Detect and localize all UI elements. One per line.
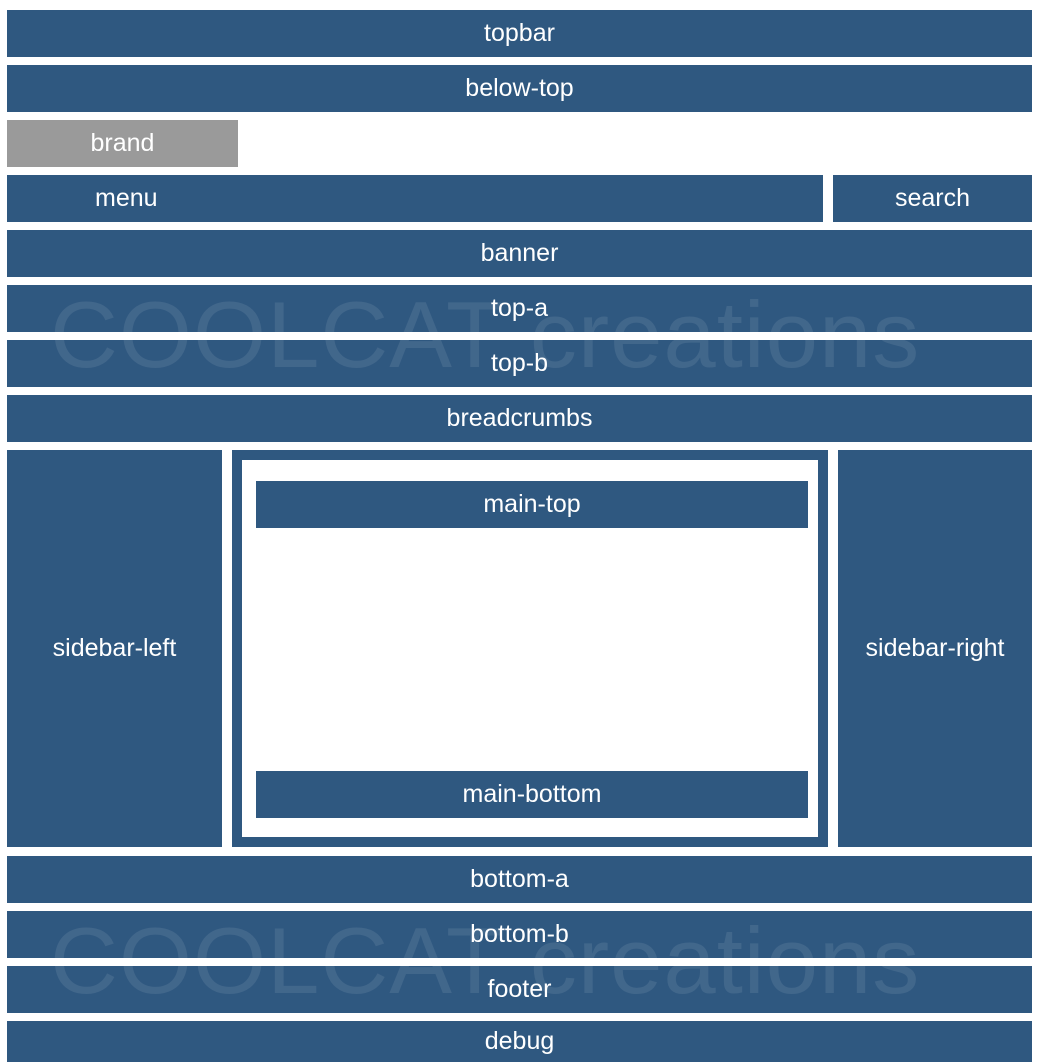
position-label: brand xyxy=(90,129,155,157)
position-label: top-b xyxy=(491,349,548,377)
template-positions-layout: topbar below-top brand menu search banne… xyxy=(0,0,1046,1062)
position-label: sidebar-left xyxy=(52,634,177,662)
position-search: search xyxy=(833,175,1032,222)
position-topbar: topbar xyxy=(7,10,1032,57)
position-debug: debug xyxy=(7,1021,1032,1062)
position-label: topbar xyxy=(484,19,555,47)
position-main-top: main-top xyxy=(256,481,808,528)
position-menu: menu xyxy=(7,175,823,222)
position-sidebar-right: sidebar-right xyxy=(838,450,1032,847)
position-label: debug xyxy=(484,1027,555,1055)
position-below-top: below-top xyxy=(7,65,1032,112)
position-label: search xyxy=(894,184,971,212)
main-content-area: main-top main-bottom xyxy=(242,460,818,837)
position-main-bottom: main-bottom xyxy=(256,771,808,818)
position-label: sidebar-right xyxy=(865,634,1005,662)
position-breadcrumbs: breadcrumbs xyxy=(7,395,1032,442)
main-content-frame: main-top main-bottom xyxy=(232,450,828,847)
position-bottom-b: bottom-b xyxy=(7,911,1032,958)
position-label: menu xyxy=(95,184,158,212)
position-label: bottom-b xyxy=(470,920,569,948)
position-top-b: top-b xyxy=(7,340,1032,387)
position-banner: banner xyxy=(7,230,1032,277)
position-sidebar-left: sidebar-left xyxy=(7,450,222,847)
position-brand: brand xyxy=(7,120,238,167)
position-top-a: top-a xyxy=(7,285,1032,332)
position-label: banner xyxy=(480,239,559,267)
position-label: main-top xyxy=(483,490,581,518)
position-label: bottom-a xyxy=(470,865,569,893)
position-bottom-a: bottom-a xyxy=(7,856,1032,903)
position-label: breadcrumbs xyxy=(446,404,593,432)
position-label: footer xyxy=(487,975,552,1003)
position-label: top-a xyxy=(491,294,548,322)
position-footer: footer xyxy=(7,966,1032,1013)
position-label: main-bottom xyxy=(462,780,602,808)
position-label: below-top xyxy=(465,74,574,102)
